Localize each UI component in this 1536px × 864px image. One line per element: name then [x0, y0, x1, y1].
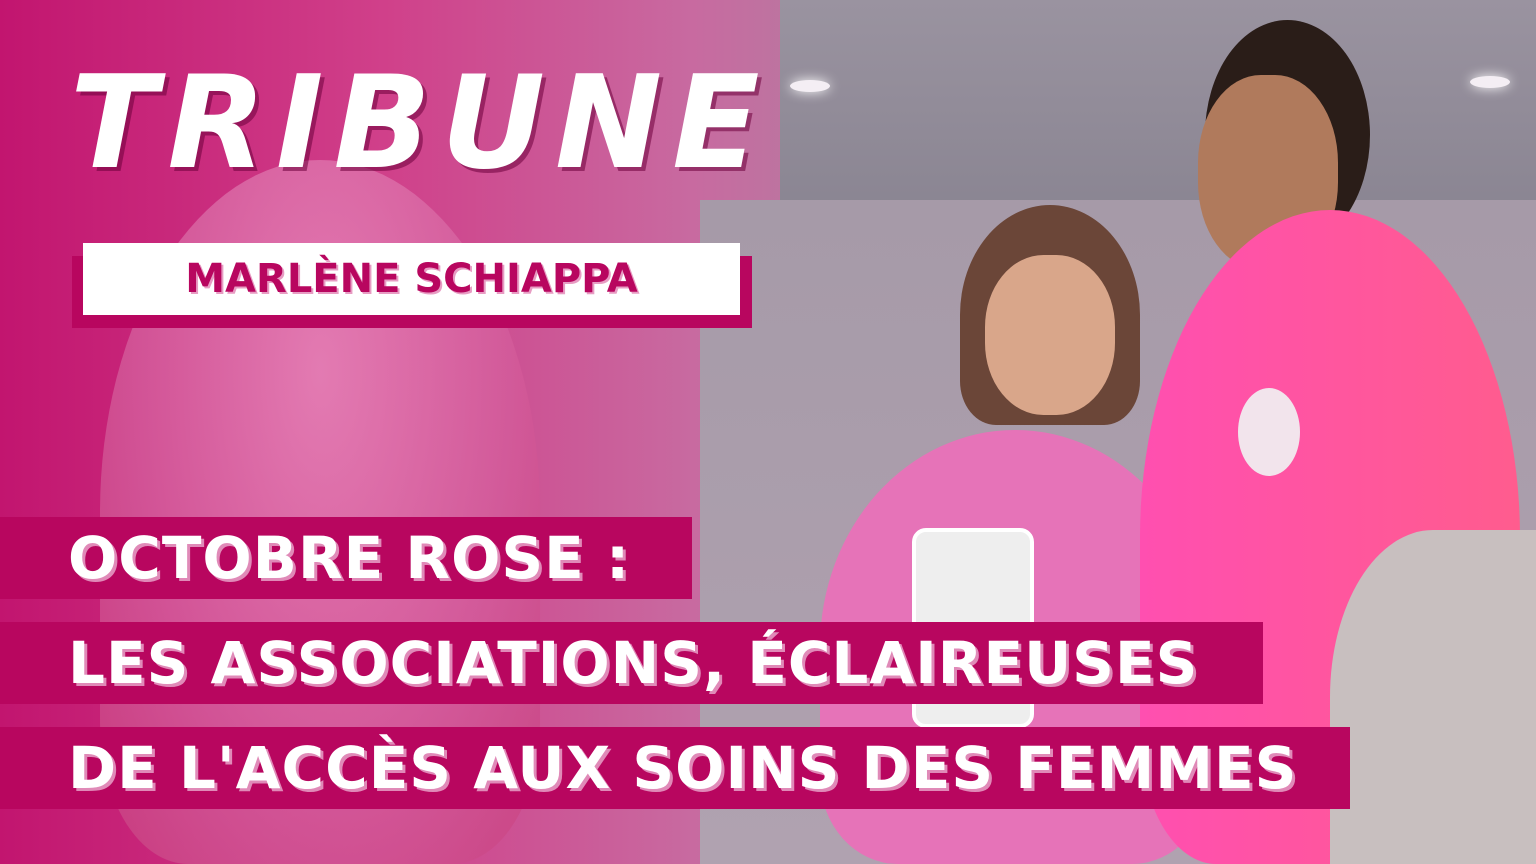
headline-line-2: LES ASSOCIATIONS, ÉCLAIREUSES [0, 622, 1263, 704]
headline-line-1: OCTOBRE ROSE : [0, 517, 692, 599]
author-name: MARLÈNE SCHIAPPA [83, 243, 740, 315]
ceiling [780, 0, 1536, 210]
headline-line-3: DE L'ACCÈS AUX SOINS DES FEMMES [0, 727, 1350, 809]
badge-pin [1238, 388, 1300, 476]
foreground-head [1330, 530, 1536, 864]
section-label: TRIBUNE [70, 49, 770, 198]
ceiling-light [1470, 76, 1510, 88]
woman-face [985, 255, 1115, 415]
ceiling-light [790, 80, 830, 92]
